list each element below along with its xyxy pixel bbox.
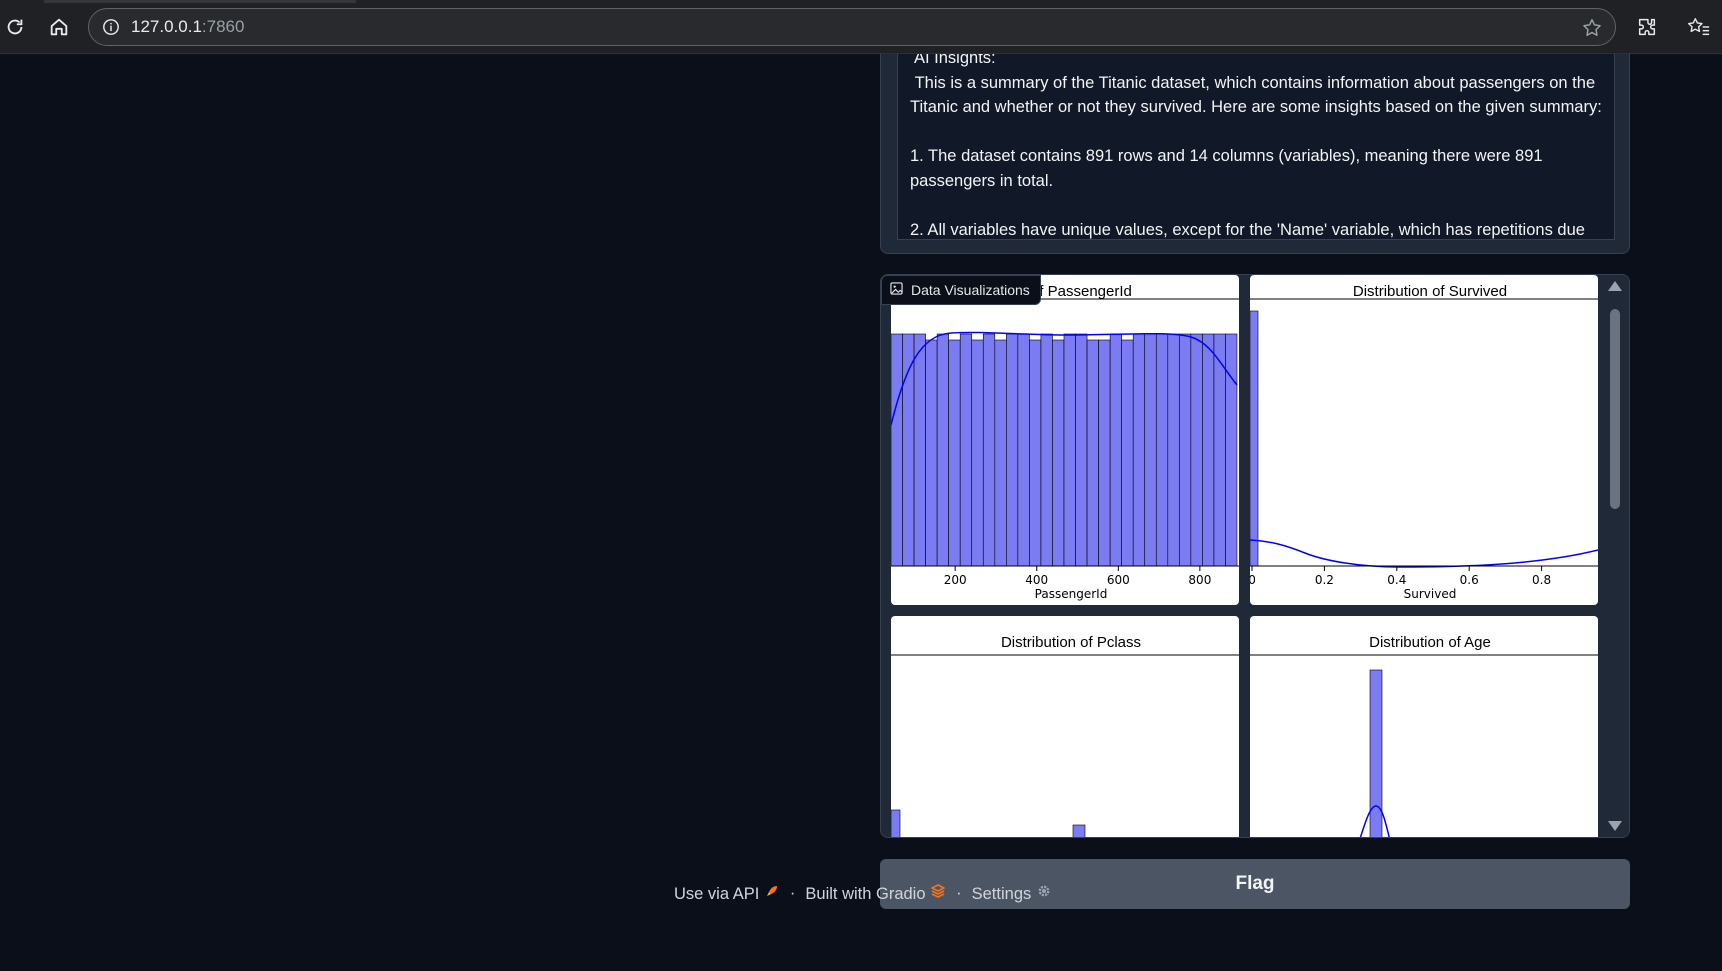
histogram-bar xyxy=(1190,333,1203,567)
histogram-bar xyxy=(1098,339,1111,567)
insights-content: AI Insights: This is a summary of the Ti… xyxy=(910,54,1602,239)
extensions-icon[interactable] xyxy=(1632,12,1662,42)
histogram-bar xyxy=(1040,333,1053,567)
plot-survived-title: Distribution of Survived xyxy=(1353,283,1507,300)
plot-pclass-bar xyxy=(891,809,901,837)
plot-age[interactable]: Distribution of Age xyxy=(1250,616,1598,837)
histogram-bar xyxy=(948,339,961,567)
bookmark-star-icon[interactable] xyxy=(1581,17,1603,44)
use-via-api-link[interactable]: Use via API xyxy=(674,883,780,904)
histogram-bar xyxy=(1213,333,1226,567)
insights-body: This is a summary of the Titanic dataset… xyxy=(910,73,1602,239)
plot-age-svg: Distribution of Age xyxy=(1250,634,1598,837)
histogram-bar xyxy=(959,333,973,567)
browser-toolbar: 127.0.0.1:7860 xyxy=(0,0,1722,54)
x-tick-label: 200 xyxy=(944,573,967,587)
plot-survived-xlabel: Survived xyxy=(1404,587,1457,601)
gradio-logo-icon xyxy=(930,883,946,903)
plot-passengerid[interactable]: on of PassengerId 200 400 600 800 Passenger… xyxy=(891,275,1239,605)
histogram-bar xyxy=(994,339,1007,567)
plot-survived-kde xyxy=(1250,539,1598,568)
url-text: 127.0.0.1:7860 xyxy=(131,17,244,37)
histogram-bar xyxy=(925,339,938,567)
scroll-down-arrow-icon[interactable] xyxy=(1608,821,1622,831)
address-bar[interactable]: 127.0.0.1:7860 xyxy=(88,8,1616,46)
plot-survived-svg: Distribution of Survived 0 0.2 0.4 0.6 0.8 S… xyxy=(1250,283,1598,601)
settings-link[interactable]: Settings xyxy=(972,883,1052,904)
plot-passengerid-bars xyxy=(891,333,1238,567)
histogram-bar xyxy=(1144,333,1157,567)
plot-passengerid-xlabel: PassengerId xyxy=(1035,587,1108,601)
built-with-gradio-link[interactable]: Built with Gradio xyxy=(805,883,946,904)
x-tick-label: 0 xyxy=(1250,573,1256,587)
histogram-bar xyxy=(1017,333,1030,567)
url-host: 127.0.0.1 xyxy=(131,17,202,36)
built-with-gradio-label: Built with Gradio xyxy=(805,884,926,903)
reload-icon[interactable] xyxy=(0,12,30,42)
plot-age-title: Distribution of Age xyxy=(1369,634,1491,651)
rocket-icon xyxy=(764,885,780,903)
footer-separator: · xyxy=(789,883,796,902)
x-tick-label: 800 xyxy=(1188,573,1211,587)
gallery-label: Data Visualizations xyxy=(881,275,1041,305)
x-tick-label: 400 xyxy=(1025,573,1048,587)
plot-pclass-title: Distribution of Pclass xyxy=(1001,634,1141,651)
histogram-bar xyxy=(1225,333,1238,567)
histogram-bar xyxy=(1167,333,1180,567)
insights-textbox[interactable]: AI Insights: This is a summary of the Ti… xyxy=(897,54,1615,240)
histogram-bar xyxy=(1109,333,1122,567)
use-via-api-label: Use via API xyxy=(674,884,760,903)
insights-panel: AI Insights: This is a summary of the Ti… xyxy=(880,54,1630,254)
histogram-bar xyxy=(982,333,996,567)
histogram-bar xyxy=(1006,333,1019,567)
gear-icon xyxy=(1036,885,1052,903)
site-info-icon[interactable] xyxy=(101,17,121,37)
scroll-up-arrow-icon[interactable] xyxy=(1608,281,1622,291)
histogram-bar xyxy=(1179,333,1192,567)
plot-pclass[interactable]: Distribution of Pclass xyxy=(891,616,1239,837)
plot-survived-bar-edge xyxy=(1250,310,1259,567)
x-tick-label: 600 xyxy=(1107,573,1130,587)
gallery-grid: on of PassengerId 200 400 600 800 Passenger… xyxy=(881,275,1601,837)
histogram-bar xyxy=(1121,339,1134,567)
plot-pclass-svg: Distribution of Pclass xyxy=(891,634,1239,837)
scroll-thumb[interactable] xyxy=(1610,309,1620,509)
plot-passengerid-ticks: 200 400 600 800 xyxy=(944,566,1211,587)
histogram-bar xyxy=(1155,333,1169,567)
gallery-scrollbar[interactable] xyxy=(1601,275,1629,837)
tab-edge xyxy=(44,0,356,3)
histogram-bar xyxy=(902,333,915,567)
histogram-bar xyxy=(971,339,984,567)
favorites-icon[interactable] xyxy=(1684,12,1714,42)
histogram-bar xyxy=(1029,339,1042,567)
gallery-label-text: Data Visualizations xyxy=(911,282,1030,298)
plot-survived-ticks: 0 0.2 0.4 0.6 0.8 xyxy=(1250,566,1551,587)
histogram-bar xyxy=(891,333,903,567)
plot-age-bar xyxy=(1369,669,1383,837)
histogram-bar xyxy=(936,333,949,567)
x-tick-label: 0.2 xyxy=(1315,573,1334,587)
histogram-bar xyxy=(1202,333,1215,567)
footer-separator: · xyxy=(956,883,962,902)
histogram-bar xyxy=(1052,339,1065,567)
footer: Use via API · Built with Gradio · Settin… xyxy=(674,878,1052,908)
data-visualizations-gallery: Data Visualizations on of PassengerId 20… xyxy=(880,274,1630,838)
plot-survived[interactable]: Distribution of Survived 0 0.2 0.4 0.6 0.8 S… xyxy=(1250,275,1598,605)
x-tick-label: 0.8 xyxy=(1532,573,1551,587)
histogram-bar xyxy=(913,333,926,567)
insights-heading: AI Insights: xyxy=(914,54,996,67)
plot-pclass-bar xyxy=(1072,824,1086,837)
settings-label: Settings xyxy=(971,884,1032,903)
plot-passengerid-svg: on of PassengerId 200 400 600 800 Passenger… xyxy=(891,283,1239,601)
histogram-bar xyxy=(1075,333,1088,567)
histogram-bar xyxy=(1086,339,1099,567)
x-tick-label: 0.6 xyxy=(1460,573,1479,587)
gradio-page: AI Insights: This is a summary of the Ti… xyxy=(0,54,1722,971)
url-port: :7860 xyxy=(201,17,245,36)
x-tick-label: 0.4 xyxy=(1387,573,1406,587)
image-icon xyxy=(890,282,903,298)
home-icon[interactable] xyxy=(44,12,74,42)
histogram-bar xyxy=(1063,333,1076,567)
histogram-bar xyxy=(1132,333,1146,567)
